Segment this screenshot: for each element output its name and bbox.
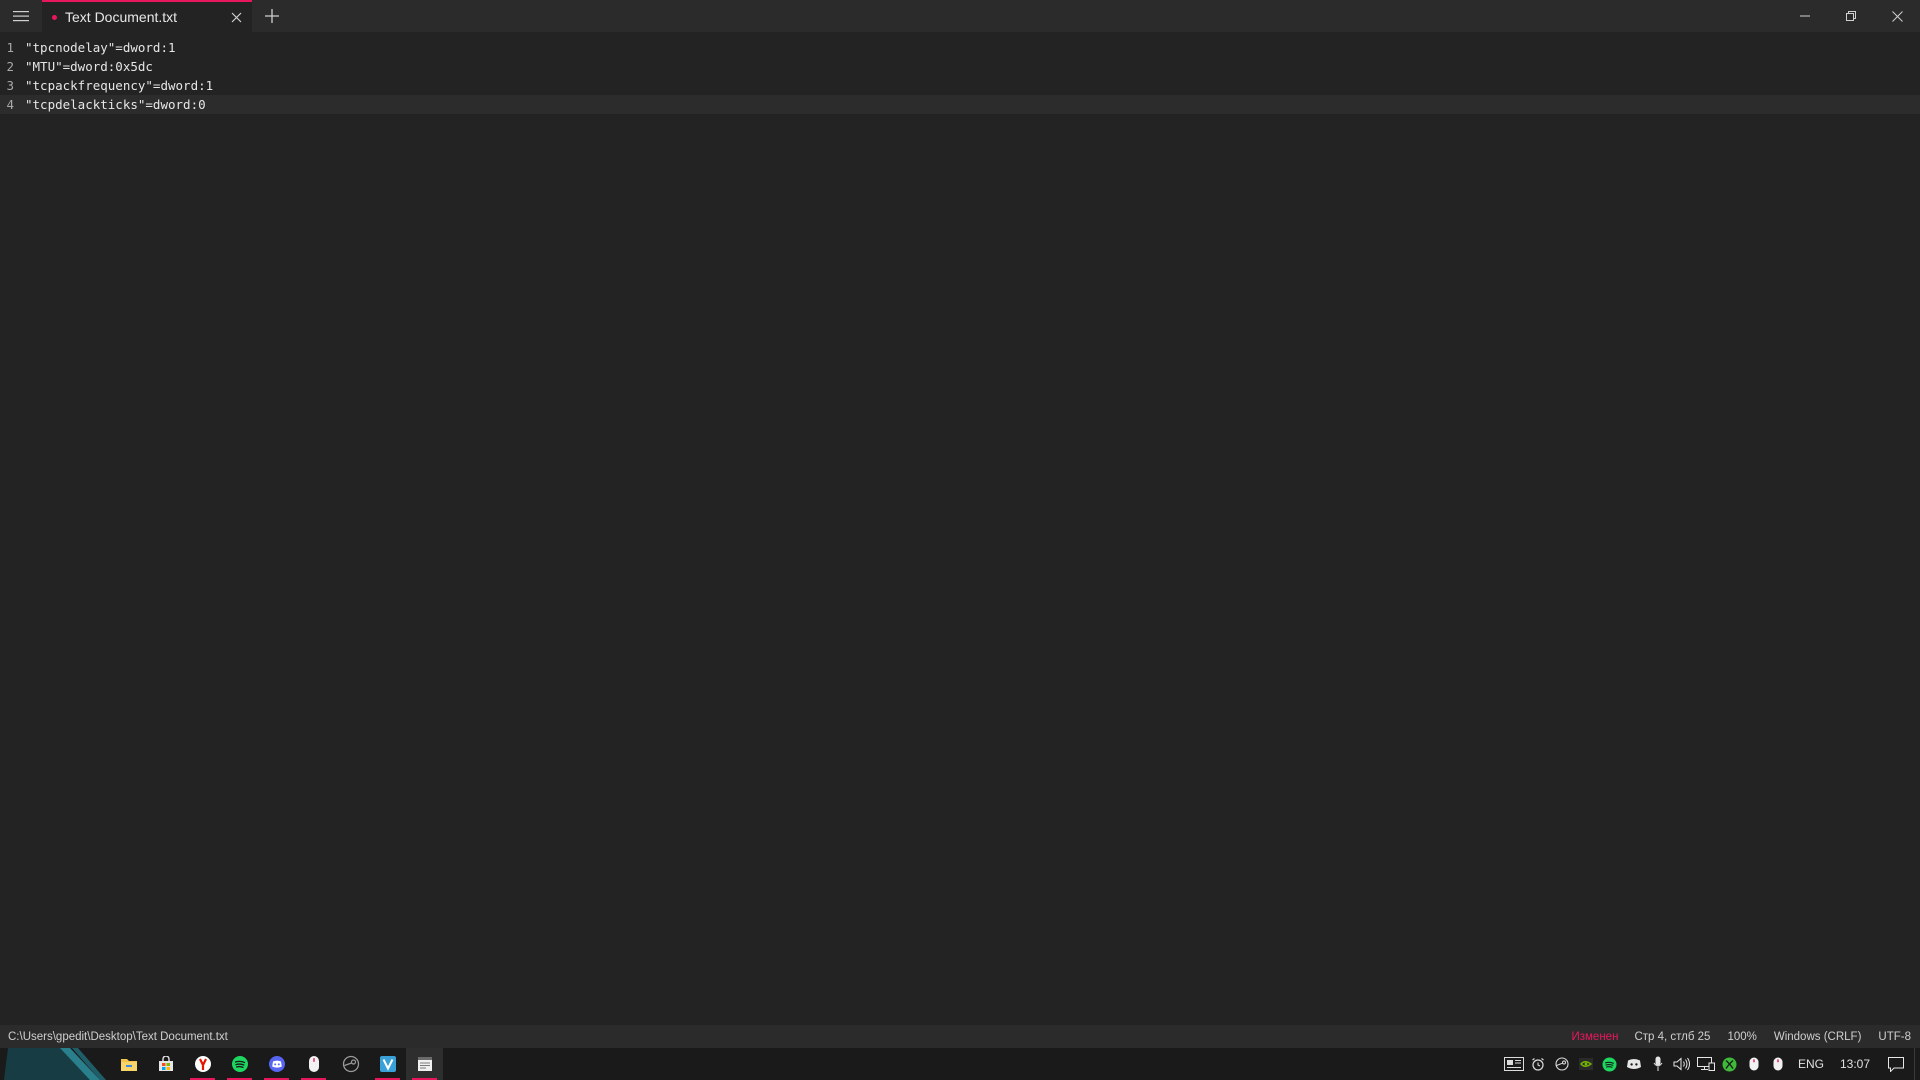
line-number: 2 [6,59,14,74]
tray-alarm[interactable] [1526,1048,1550,1080]
file-explorer-icon [120,1059,137,1071]
start-button[interactable] [0,1048,110,1080]
tray-xbox[interactable] [1718,1048,1742,1080]
notification-icon [1888,1056,1904,1072]
plus-icon [265,9,279,23]
tray-discord[interactable] [1622,1048,1646,1080]
new-tab-button[interactable] [252,0,292,32]
line-number: 1 [6,40,14,55]
line-text[interactable]: "MTU"=dword:0x5dc [25,57,153,76]
tab-text-document[interactable]: Text Document.txt [42,0,252,32]
microphone-icon [1653,1056,1663,1071]
encoding[interactable]: UTF-8 [1878,1031,1911,1043]
taskbar: ENG 13:07 [0,1048,1920,1080]
editor-line-current[interactable]: 4 "tcpdelackticks"=dword:0 [0,95,1920,114]
tab-label: Text Document.txt [65,9,178,25]
mouse-tray-icon [1749,1057,1759,1071]
tray-news[interactable] [1502,1048,1526,1080]
tray-spotify[interactable] [1598,1048,1622,1080]
spotify-tray-icon [1602,1057,1617,1071]
unsaved-dot-icon [52,14,57,20]
editor-line[interactable]: 3 "tcpackfrequency"=dword:1 [0,76,1920,95]
store-icon [158,1056,173,1071]
restore-button[interactable] [1828,0,1874,32]
modified-status: Изменен [1571,1030,1619,1043]
network-icon [1696,1057,1715,1071]
discord-icon [268,1056,285,1072]
editor-line[interactable]: 1 "tpcnodelay"=dword:1 [0,38,1920,57]
notepad-icon [417,1057,432,1071]
tray-volume[interactable] [1670,1048,1694,1080]
line-ending[interactable]: Windows (CRLF) [1774,1031,1862,1043]
taskbar-spotify[interactable] [221,1048,258,1080]
editor-line[interactable]: 2 "MTU"=dword:0x5dc [0,57,1920,76]
minimize-button[interactable] [1782,0,1828,32]
clock[interactable]: 13:07 [1832,1057,1878,1071]
mouse-tray-icon-2 [1773,1057,1783,1071]
steam-tray-icon [1555,1057,1569,1071]
text-editor[interactable]: 1 "tpcnodelay"=dword:1 2 "MTU"=dword:0x5… [0,38,1920,1022]
action-center-button[interactable] [1878,1048,1914,1080]
line-text[interactable]: "tcpackfrequency"=dword:1 [25,76,213,95]
show-desktop-button[interactable] [1914,1048,1920,1080]
title-bar: Text Document.txt [0,0,1920,32]
alarm-icon [1532,1058,1544,1071]
file-path: C:\Users\gpedit\Desktop\Text Document.tx… [8,1030,228,1043]
close-icon [231,12,241,22]
tray-mouse-2[interactable] [1766,1048,1790,1080]
taskbar-vpn-app[interactable] [369,1048,406,1080]
spotify-icon [231,1056,248,1072]
cursor-position[interactable]: Стр 4, стлб 25 [1634,1031,1710,1043]
tray-mouse[interactable] [1742,1048,1766,1080]
tray-network[interactable] [1694,1048,1718,1080]
news-icon [1503,1057,1524,1071]
line-text[interactable]: "tpcnodelay"=dword:1 [25,38,176,57]
close-window-button[interactable] [1874,0,1920,32]
mouse-app-icon [308,1056,319,1072]
start-wallpaper-icon [0,1048,110,1080]
zoom-level[interactable]: 100% [1727,1031,1756,1043]
tray-nvidia[interactable] [1574,1048,1598,1080]
nvidia-icon [1578,1058,1593,1070]
tray-steam[interactable] [1550,1048,1574,1080]
minimize-icon [1800,15,1810,17]
xbox-icon [1722,1057,1737,1071]
volume-icon [1673,1057,1690,1071]
line-number: 4 [6,97,14,112]
taskbar-store[interactable] [147,1048,184,1080]
discord-tray-icon [1626,1059,1641,1069]
language-indicator[interactable]: ENG [1790,1057,1832,1071]
restore-icon [1846,11,1856,21]
taskbar-discord[interactable] [258,1048,295,1080]
taskbar-file-explorer[interactable] [110,1048,147,1080]
line-text[interactable]: "tcpdelackticks"=dword:0 [25,95,206,114]
hamburger-menu-button[interactable] [0,0,42,32]
system-tray: ENG 13:07 [1502,1048,1920,1080]
title-drag-area[interactable] [292,0,1782,32]
taskbar-yandex-browser[interactable] [184,1048,221,1080]
yandex-browser-icon [194,1056,211,1072]
close-window-icon [1891,10,1903,22]
taskbar-notepad[interactable] [406,1048,443,1080]
tray-microphone[interactable] [1646,1048,1670,1080]
vpn-app-icon [379,1056,396,1072]
steam-icon [342,1055,359,1073]
taskbar-mouse-app[interactable] [295,1048,332,1080]
line-number: 3 [6,78,14,93]
status-bar: C:\Users\gpedit\Desktop\Text Document.tx… [0,1025,1920,1048]
hamburger-icon [13,11,29,22]
taskbar-steam[interactable] [332,1048,369,1080]
tab-close-button[interactable] [222,3,250,31]
